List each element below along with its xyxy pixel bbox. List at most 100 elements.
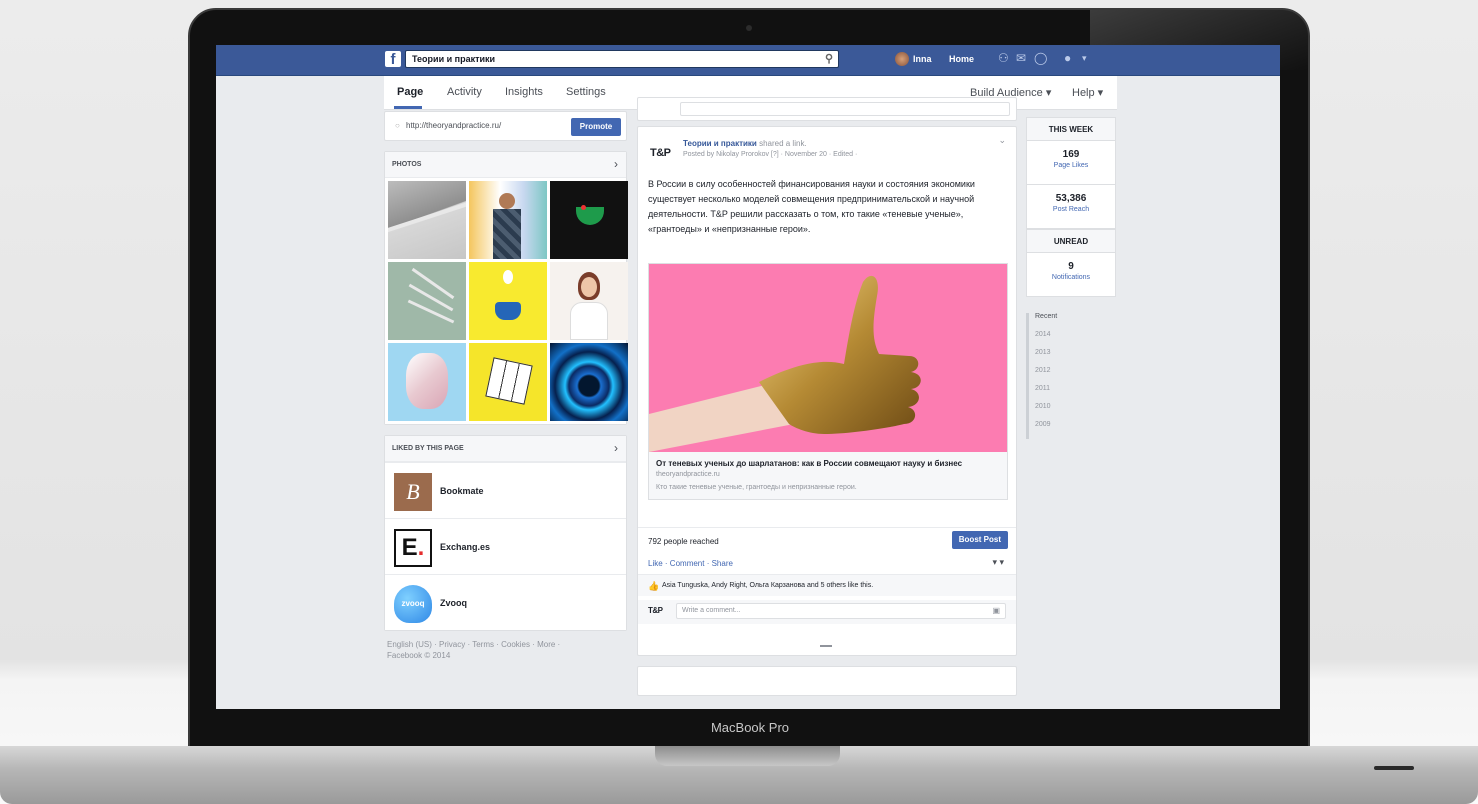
unread-header: UNREAD xyxy=(1026,229,1116,253)
timeline-item-2011[interactable]: 2011 xyxy=(1035,385,1057,403)
device-label: MacBook Pro xyxy=(710,720,790,735)
facebook-logo-icon[interactable]: f xyxy=(385,51,401,68)
comment-placeholder: Write a comment... xyxy=(682,607,741,614)
stat-number: 9 xyxy=(1068,261,1074,272)
author-logo[interactable]: T&P xyxy=(650,147,671,159)
thumbs-up-icon: 👍 xyxy=(648,581,660,591)
tab-activity[interactable]: Activity xyxy=(447,86,482,98)
exchanges-logo: E. xyxy=(394,529,432,567)
timeline-item-2014[interactable]: 2014 xyxy=(1035,331,1057,349)
footer-links-line[interactable]: English (US) · Privacy · Terms · Cookies… xyxy=(387,639,624,650)
composer-card xyxy=(637,97,1017,121)
list-item[interactable]: zvooq Zvooq xyxy=(385,574,626,630)
friend-requests-icon[interactable]: ⚇ xyxy=(998,51,1009,65)
camera xyxy=(746,25,752,31)
home-link[interactable]: Home xyxy=(949,54,974,64)
photo-grid xyxy=(385,178,628,424)
composer-input[interactable] xyxy=(680,102,1010,116)
search-icon[interactable]: ⚲ xyxy=(825,52,833,65)
footer-links: English (US) · Privacy · Terms · Cookies… xyxy=(384,631,627,669)
comment-row: T&P Write a comment... ▣ xyxy=(638,600,1016,624)
footer-copyright: Facebook © 2014 xyxy=(387,651,451,660)
photo-thumbnail[interactable] xyxy=(388,262,466,340)
timeline-item-2013[interactable]: 2013 xyxy=(1035,349,1057,367)
post-reach-stat[interactable]: 53,386 Post Reach xyxy=(1026,185,1116,229)
photos-title: PHOTOS xyxy=(392,161,422,168)
photo-thumbnail[interactable] xyxy=(469,181,547,259)
post-as-chevron-down-icon[interactable]: ▾ ▾ xyxy=(992,557,1004,568)
liked-page-name[interactable]: Bookmate xyxy=(440,486,484,496)
laptop-slot xyxy=(1374,766,1414,770)
stat-number: 53,386 xyxy=(1055,193,1087,204)
search-input[interactable]: Теории и практики ⚲ xyxy=(405,50,839,68)
timeline-item-recent[interactable]: Recent xyxy=(1035,313,1057,331)
scene: MacBook Pro f Теории и практики ⚲ Inna H… xyxy=(0,0,1478,804)
promote-button[interactable]: Promote xyxy=(571,118,621,136)
tab-insights[interactable]: Insights xyxy=(505,86,543,98)
timeline-item-2012[interactable]: 2012 xyxy=(1035,367,1057,385)
link-title[interactable]: От теневых ученых до шарлатанов: как в Р… xyxy=(649,452,1007,469)
timeline-item-2009[interactable]: 2009 xyxy=(1035,421,1057,439)
photo-thumbnail[interactable] xyxy=(388,343,466,421)
avatar[interactable] xyxy=(895,52,909,66)
tab-settings[interactable]: Settings xyxy=(566,86,606,98)
stat-number: 169 xyxy=(1062,149,1080,160)
notifications-stat[interactable]: 9 Notifications xyxy=(1026,253,1116,297)
golden-hand-illustration xyxy=(649,275,921,452)
like-link[interactable]: Like xyxy=(648,559,663,568)
notifications-icon[interactable]: ◯ xyxy=(1034,51,1047,65)
comment-link[interactable]: Comment xyxy=(670,559,705,568)
chevron-right-icon[interactable]: › xyxy=(614,441,618,455)
photo-thumbnail[interactable] xyxy=(469,262,547,340)
page-likes-stat[interactable]: 169 Page Likes xyxy=(1026,141,1116,185)
privacy-lock-icon[interactable]: ● xyxy=(1064,51,1071,65)
chevron-right-icon[interactable]: › xyxy=(614,157,618,171)
separator xyxy=(820,645,832,647)
settings-chevron-down-icon[interactable]: ▾ xyxy=(1082,53,1087,64)
link-description: Кто такие теневые ученые, грантоеды и не… xyxy=(656,484,857,491)
tab-page[interactable]: Page xyxy=(397,86,423,98)
reach-count[interactable]: 792 people reached xyxy=(648,537,719,546)
link-preview[interactable]: От теневых ученых до шарлатанов: как в Р… xyxy=(648,263,1008,500)
boost-post-button[interactable]: Boost Post xyxy=(951,531,1008,549)
commenter-logo: T&P xyxy=(648,606,663,615)
post-options-chevron-down-icon[interactable]: ⌄ xyxy=(998,135,1006,146)
globe-icon: ○ xyxy=(395,121,400,130)
bookmate-logo: B xyxy=(394,473,432,511)
list-item[interactable]: E. Exchang.es xyxy=(385,518,626,574)
browser-screen: f Теории и практики ⚲ Inna Home ⚇ ✉ ◯ ● … xyxy=(216,45,1280,709)
photo-thumbnail[interactable] xyxy=(550,181,628,259)
timeline-item-2010[interactable]: 2010 xyxy=(1035,403,1057,421)
liked-page-name[interactable]: Zvooq xyxy=(440,598,467,608)
likes-line[interactable]: Asia Tunguska, Andy Right, Ольга Карзано… xyxy=(662,582,873,589)
timeline-column: T&P Теории и практики shared a link. Pos… xyxy=(637,97,1017,696)
profile-link[interactable]: Inna xyxy=(913,54,932,64)
stat-label[interactable]: Post Reach xyxy=(1027,206,1115,213)
link-domain: theoryandpractice.ru xyxy=(656,471,720,478)
stat-label[interactable]: Page Likes xyxy=(1027,162,1115,169)
list-item[interactable]: B Bookmate xyxy=(385,462,626,518)
photo-thumbnail[interactable] xyxy=(469,343,547,421)
help-menu[interactable]: Help ▾ xyxy=(1072,86,1103,99)
photo-thumbnail[interactable] xyxy=(550,262,628,340)
liked-header[interactable]: LIKED BY THIS PAGE › xyxy=(385,436,626,462)
camera-icon[interactable]: ▣ xyxy=(992,606,1000,615)
post-author[interactable]: Теории и практики xyxy=(683,139,757,148)
photo-thumbnail[interactable] xyxy=(550,343,628,421)
liked-by-page-card: LIKED BY THIS PAGE › B Bookmate E. Excha… xyxy=(384,435,627,631)
next-post-card xyxy=(637,666,1017,696)
website-card: ○ http://theoryandpractice.ru/ Promote xyxy=(384,111,627,141)
liked-page-name[interactable]: Exchang.es xyxy=(440,542,490,552)
post-action: shared a link. xyxy=(759,139,807,148)
search-value: Теории и практики xyxy=(412,54,496,64)
this-week-header: THIS WEEK xyxy=(1026,117,1116,141)
thumbs-up-photo[interactable] xyxy=(649,264,1007,452)
comment-input[interactable]: Write a comment... ▣ xyxy=(676,603,1006,619)
timeline-year-nav: Recent 2014 2013 2012 2011 2010 2009 xyxy=(1026,313,1057,439)
website-link[interactable]: http://theoryandpractice.ru/ xyxy=(406,121,501,130)
messages-icon[interactable]: ✉ xyxy=(1016,51,1026,65)
stat-label[interactable]: Notifications xyxy=(1027,274,1115,281)
share-link[interactable]: Share xyxy=(712,559,733,568)
photos-header[interactable]: PHOTOS › xyxy=(385,152,626,178)
photo-thumbnail[interactable] xyxy=(388,181,466,259)
